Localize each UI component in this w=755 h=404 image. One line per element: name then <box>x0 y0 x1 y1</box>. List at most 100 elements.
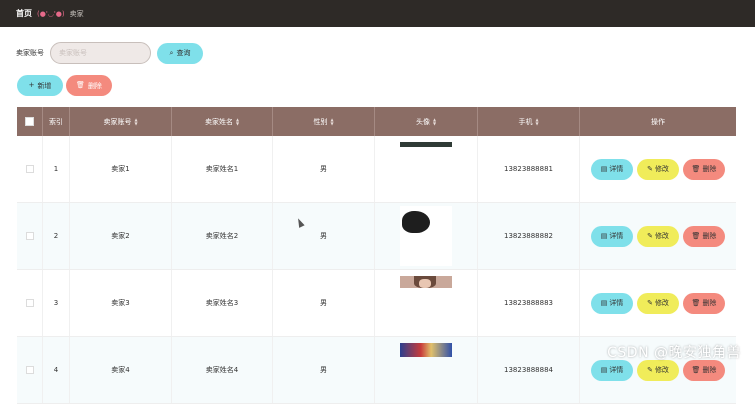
row-checkbox[interactable] <box>25 165 34 173</box>
edit-button[interactable]: ✎ 修改 <box>637 225 679 247</box>
header-avatar-label: 头像 <box>415 117 430 126</box>
cell-index: 1 <box>43 136 70 202</box>
edit-label: 修改 <box>654 232 669 240</box>
cell-name: 卖家姓名4 <box>172 337 273 403</box>
detail-label: 详情 <box>609 165 624 173</box>
row-select-cell <box>17 136 43 202</box>
batch-delete-button-label: 删除 <box>87 81 102 90</box>
search-bar: 卖家账号 ⌕ 查询 <box>16 42 203 64</box>
sort-icon[interactable]: ▲ ▼ <box>433 117 436 126</box>
sort-icon[interactable]: ▲ ▼ <box>330 117 333 126</box>
cell-phone: 13823888882 <box>478 203 580 269</box>
edit-button[interactable]: ✎ 修改 <box>637 292 679 314</box>
delete-label: 删除 <box>702 165 717 173</box>
avatar-image[interactable] <box>400 343 452 403</box>
document-icon: ▤ <box>600 298 608 307</box>
cell-gender: 男 <box>273 203 375 269</box>
batch-delete-button[interactable]: 🗑 删除 <box>66 75 112 96</box>
avatar-image[interactable] <box>400 142 452 202</box>
header-index: 索引 <box>43 107 70 136</box>
row-checkbox[interactable] <box>25 299 34 307</box>
row-select-cell <box>17 203 43 269</box>
header-name[interactable]: 卖家姓名 ▲ ▼ <box>172 107 273 136</box>
sort-icon[interactable]: ▲ ▼ <box>134 117 137 126</box>
header-account[interactable]: 卖家账号 ▲ ▼ <box>70 107 172 136</box>
avatar-image[interactable] <box>400 276 452 336</box>
header-avatar[interactable]: 头像 ▲ ▼ <box>375 107 478 136</box>
document-icon: ▤ <box>600 164 608 173</box>
breadcrumb-home[interactable]: 首页 <box>16 8 32 19</box>
header-ops-label: 操作 <box>651 117 665 126</box>
avatar-image[interactable] <box>400 206 452 266</box>
row-checkbox[interactable] <box>25 232 34 240</box>
add-button-label: 新增 <box>37 81 52 90</box>
delete-button[interactable]: 🗑 删除 <box>683 158 725 180</box>
cell-phone: 13823888883 <box>478 270 580 336</box>
header-gender[interactable]: 性别 ▲ ▼ <box>273 107 375 136</box>
header-gender-label: 性别 <box>313 117 328 126</box>
table-row: 2 卖家2 卖家姓名2 男 13823888882 ▤ 详情 ✎ 修改 🗑 删除 <box>17 203 736 270</box>
header-ops: 操作 <box>580 107 736 136</box>
select-all-checkbox[interactable] <box>25 117 34 126</box>
search-icon: ⌕ <box>169 48 174 57</box>
add-button[interactable]: + 新增 <box>17 75 63 96</box>
pencil-icon: ✎ <box>647 164 653 173</box>
trash-icon: 🗑 <box>691 231 701 240</box>
detail-label: 详情 <box>609 366 624 374</box>
edit-button[interactable]: ✎ 修改 <box>637 359 679 381</box>
cell-avatar <box>375 337 478 403</box>
cell-avatar <box>375 136 478 202</box>
select-all-cell <box>17 107 43 136</box>
sort-icon[interactable]: ▲ ▼ <box>535 117 538 126</box>
sort-icon[interactable]: ▲ ▼ <box>236 117 239 126</box>
cell-account: 卖家1 <box>70 136 172 202</box>
delete-label: 删除 <box>702 232 717 240</box>
watermark: CSDN @晚安独角兽 <box>607 345 741 361</box>
table-row: 1 卖家1 卖家姓名1 男 13823888881 ▤ 详情 ✎ 修改 🗑 删除 <box>17 136 736 203</box>
trash-icon: 🗑 <box>691 298 701 307</box>
detail-label: 详情 <box>609 232 624 240</box>
cell-gender: 男 <box>273 136 375 202</box>
cell-index: 3 <box>43 270 70 336</box>
plus-icon: + <box>28 81 35 89</box>
pencil-icon: ✎ <box>647 231 653 240</box>
pencil-icon: ✎ <box>647 365 653 374</box>
cell-name: 卖家姓名3 <box>172 270 273 336</box>
cell-phone: 13823888881 <box>478 136 580 202</box>
detail-button[interactable]: ▤ 详情 <box>591 359 633 381</box>
document-icon: ▤ <box>600 365 608 374</box>
delete-button[interactable]: 🗑 删除 <box>683 359 725 381</box>
document-icon: ▤ <box>600 231 608 240</box>
query-button[interactable]: ⌕ 查询 <box>157 42 203 64</box>
cell-avatar <box>375 270 478 336</box>
cell-gender: 男 <box>273 337 375 403</box>
delete-button[interactable]: 🗑 删除 <box>683 292 725 314</box>
action-bar: + 新增 🗑 删除 <box>17 75 112 96</box>
detail-button[interactable]: ▤ 详情 <box>591 158 633 180</box>
edit-label: 修改 <box>654 165 669 173</box>
table-row: 3 卖家3 卖家姓名3 男 13823888883 ▤ 详情 ✎ 修改 🗑 删除 <box>17 270 736 337</box>
edit-button[interactable]: ✎ 修改 <box>637 158 679 180</box>
cell-index: 4 <box>43 337 70 403</box>
cell-account: 卖家3 <box>70 270 172 336</box>
pencil-icon: ✎ <box>647 298 653 307</box>
cell-avatar <box>375 203 478 269</box>
delete-label: 删除 <box>702 366 717 374</box>
cell-ops: ▤ 详情 ✎ 修改 🗑 删除 <box>580 203 736 269</box>
edit-label: 修改 <box>654 299 669 307</box>
trash-icon: 🗑 <box>691 365 701 374</box>
cell-name: 卖家姓名2 <box>172 203 273 269</box>
delete-button[interactable]: 🗑 删除 <box>683 225 725 247</box>
delete-label: 删除 <box>702 299 717 307</box>
cell-account: 卖家4 <box>70 337 172 403</box>
row-select-cell <box>17 270 43 336</box>
detail-button[interactable]: ▤ 详情 <box>591 225 633 247</box>
breadcrumb-emote: (●'◡'●) <box>37 9 65 18</box>
search-label: 卖家账号 <box>16 49 44 57</box>
header-phone[interactable]: 手机 ▲ ▼ <box>478 107 580 136</box>
detail-button[interactable]: ▤ 详情 <box>591 292 633 314</box>
cell-ops: ▤ 详情 ✎ 修改 🗑 删除 <box>580 270 736 336</box>
row-checkbox[interactable] <box>25 366 34 374</box>
search-input[interactable] <box>50 42 151 64</box>
detail-label: 详情 <box>609 299 624 307</box>
